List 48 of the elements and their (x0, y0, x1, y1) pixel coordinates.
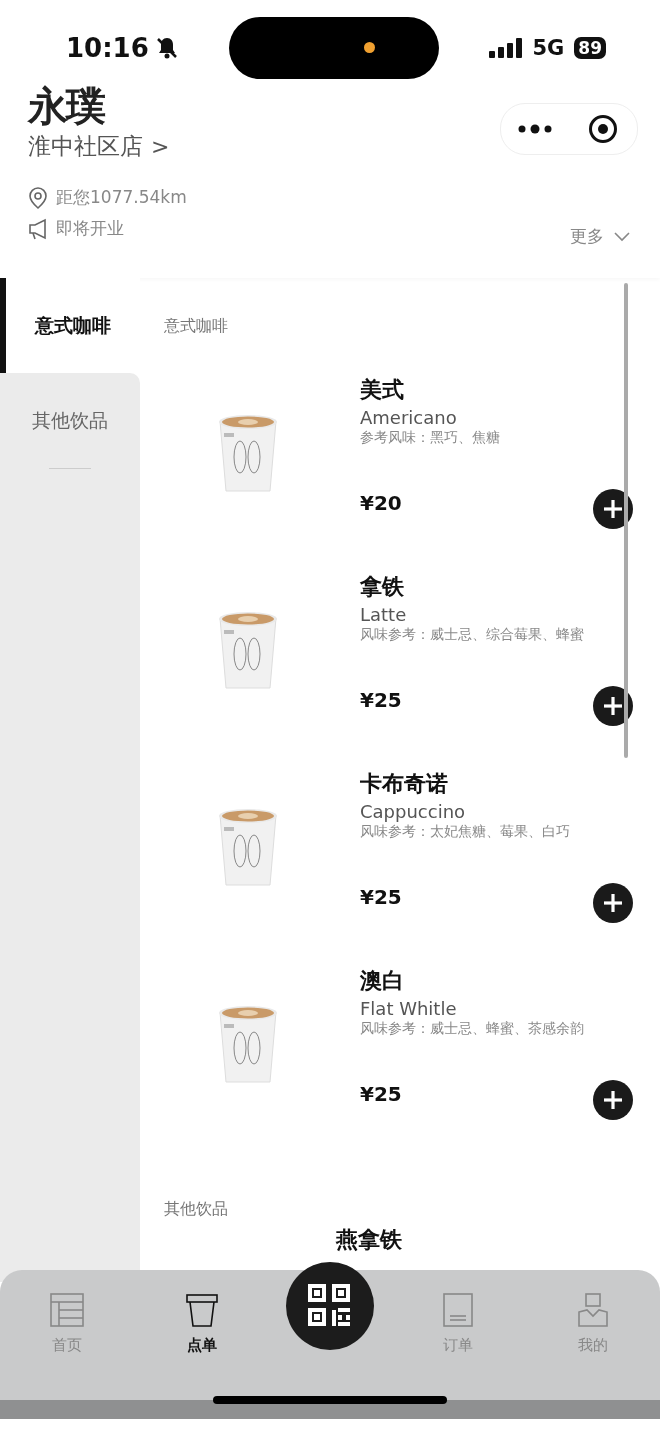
product-english-name: Americano (360, 407, 458, 428)
add-button[interactable] (593, 489, 633, 529)
flavor-notes: 风味参考：威士忌、蜂蜜、茶感余韵 (360, 1020, 584, 1038)
product-price: ¥25 (360, 688, 403, 712)
flavor-notes: 风味参考：威士忌、综合莓果、蜂蜜 (360, 626, 584, 644)
category-tab[interactable]: 其他饮品 (0, 373, 140, 468)
more-link[interactable]: 更多 (570, 225, 604, 248)
distance-text: 距您1077.54km (56, 186, 187, 209)
section-title: 意式咖啡 (164, 315, 229, 337)
flavor-notes: 参考风味：黑巧、焦糖 (360, 429, 500, 447)
plus-icon (603, 1090, 623, 1110)
battery-level: 89 (574, 36, 606, 59)
chevron-icon: > (151, 134, 170, 159)
target-icon (588, 114, 618, 144)
product-english-name: Cappuccino (360, 801, 467, 822)
product-name: 美式 (360, 376, 405, 404)
plus-icon (603, 499, 623, 519)
network-label: 5G (532, 35, 565, 60)
dots-icon (518, 124, 552, 134)
product-price: ¥25 (360, 885, 403, 909)
section-title: 其他饮品 (164, 1198, 229, 1220)
product-price: ¥20 (360, 491, 403, 515)
bell-muted-icon (154, 35, 179, 60)
signal-icon (489, 37, 523, 58)
product-name: 拿铁 (360, 573, 405, 601)
product-name: 燕拿铁 (336, 1226, 402, 1254)
notice-text: 即将开业 (56, 217, 124, 240)
add-button[interactable] (593, 686, 633, 726)
status-time: 10:16 (66, 32, 149, 63)
location-pin-icon (28, 186, 48, 209)
chevron-down-icon (614, 231, 630, 242)
product-name: 澳白 (360, 967, 405, 995)
product-english-name: Flat Whitle (360, 998, 458, 1019)
product-english-name: Latte (360, 604, 408, 625)
add-button[interactable] (593, 883, 633, 923)
qr-code-icon (308, 1284, 352, 1328)
tab-item[interactable]: 点单 (134, 1270, 269, 1400)
plus-icon (603, 696, 623, 716)
add-button[interactable] (593, 1080, 633, 1120)
product-name: 卡布奇诺 (360, 770, 449, 798)
brand-logo: 永璞 (28, 83, 104, 129)
store-name[interactable]: 淮中社区店 (28, 131, 143, 162)
megaphone-icon (28, 217, 48, 240)
flavor-notes: 风味参考：太妃焦糖、莓果、白巧 (360, 823, 570, 841)
product-price: ¥25 (360, 1082, 403, 1106)
plus-icon (603, 893, 623, 913)
home-icon (49, 1292, 86, 1328)
cup-icon (183, 1292, 220, 1328)
